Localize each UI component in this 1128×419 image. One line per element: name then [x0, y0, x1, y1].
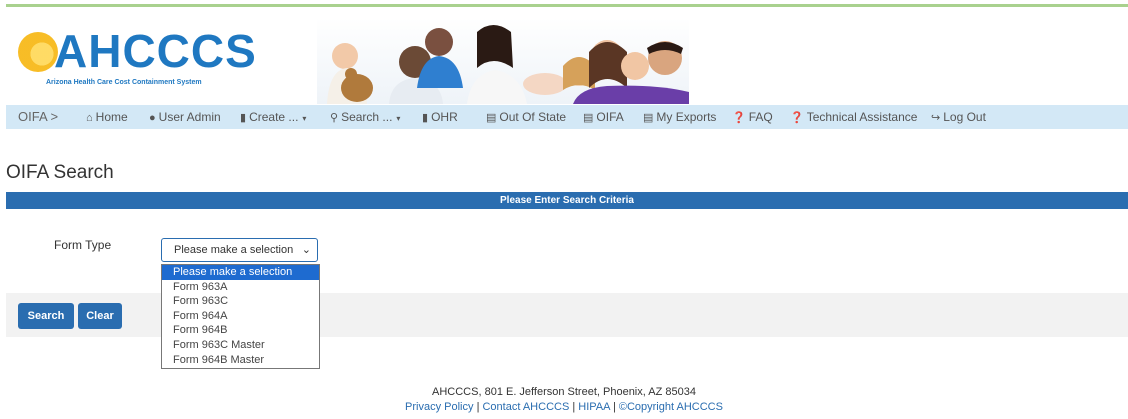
- chevron-down-icon: ⌄: [301, 244, 311, 256]
- nav-out-of-state-label: Out Of State: [499, 110, 567, 124]
- home-icon: ⌂: [86, 112, 93, 124]
- caret-down-icon: ▾: [396, 114, 401, 123]
- list-icon: ▤: [486, 112, 497, 124]
- nav-technical-assistance[interactable]: ❓ Technical Assistance: [790, 105, 917, 129]
- nav-technical-assistance-label: Technical Assistance: [806, 110, 918, 124]
- footer-links: Privacy Policy | Contact AHCCCS | HIPAA …: [0, 401, 1128, 413]
- nav-brand[interactable]: OIFA >: [18, 105, 58, 129]
- search-button[interactable]: Search: [18, 303, 74, 329]
- copyright-link[interactable]: ©Copyright AHCCCS: [619, 401, 723, 413]
- dropdown-option[interactable]: Please make a selection: [162, 265, 319, 280]
- nav-home[interactable]: ⌂ Home: [86, 105, 128, 129]
- form-type-label: Form Type: [54, 238, 112, 252]
- nav-my-exports-label: My Exports: [656, 110, 717, 124]
- form-type-select[interactable]: Please make a selection ⌄: [161, 238, 318, 262]
- nav-search-label: Search ...: [341, 110, 393, 124]
- header-family-photo: [317, 18, 689, 104]
- user-icon: ●: [149, 112, 156, 124]
- form-type-dropdown-list: Please make a selection Form 963A Form 9…: [161, 264, 320, 369]
- footer-address: AHCCCS, 801 E. Jefferson Street, Phoenix…: [432, 386, 696, 398]
- hipaa-link[interactable]: HIPAA: [578, 401, 610, 413]
- logo-subtitle: Arizona Health Care Cost Containment Sys…: [46, 79, 202, 86]
- contact-link[interactable]: Contact AHCCCS: [482, 401, 569, 413]
- nav-home-label: Home: [95, 110, 128, 124]
- dropdown-option[interactable]: Form 963A: [162, 280, 319, 295]
- ahcccs-logo[interactable]: AHCCCS Arizona Health Care Cost Containm…: [14, 22, 256, 94]
- dropdown-option[interactable]: Form 964A: [162, 309, 319, 324]
- nav-user-admin[interactable]: ● User Admin: [149, 105, 221, 129]
- top-accent-line: [6, 4, 1128, 7]
- criteria-header-bar: Please Enter Search Criteria: [6, 192, 1128, 209]
- question-icon: ❓: [732, 112, 746, 124]
- nav-log-out-label: Log Out: [943, 110, 986, 124]
- clear-button[interactable]: Clear: [78, 303, 122, 329]
- nav-out-of-state[interactable]: ▤ Out Of State: [486, 105, 566, 129]
- caret-down-icon: ▾: [302, 114, 307, 123]
- privacy-policy-link[interactable]: Privacy Policy: [405, 401, 473, 413]
- nav-faq[interactable]: ❓ FAQ: [732, 105, 773, 129]
- nav-oifa-label: OIFA: [596, 110, 624, 124]
- page-title: OIFA Search: [6, 162, 114, 183]
- sun-logo-icon: [18, 32, 58, 72]
- nav-faq-label: FAQ: [748, 110, 773, 124]
- list-icon: ▤: [643, 112, 654, 124]
- document-icon: ▮: [240, 112, 247, 124]
- logout-icon: ↪: [931, 112, 941, 124]
- footer-separator: |: [612, 401, 616, 413]
- dropdown-option[interactable]: Form 963C: [162, 294, 319, 309]
- nav-ohr-label: OHR: [431, 110, 458, 124]
- nav-oifa[interactable]: ▤ OIFA: [583, 105, 624, 129]
- list-icon: ▤: [583, 112, 594, 124]
- dropdown-option[interactable]: Form 964B Master: [162, 353, 319, 368]
- footer-separator: |: [476, 401, 480, 413]
- nav-my-exports[interactable]: ▤ My Exports: [643, 105, 716, 129]
- dropdown-option[interactable]: Form 963C Master: [162, 338, 319, 353]
- nav-ohr[interactable]: ▮ OHR: [422, 105, 458, 129]
- nav-user-admin-label: User Admin: [158, 110, 221, 124]
- document-icon: ▮: [422, 112, 429, 124]
- logo-text: AHCCCS: [54, 25, 257, 77]
- search-icon: ⚲: [330, 112, 339, 124]
- footer-separator: |: [572, 401, 576, 413]
- main-nav-bar: OIFA > ⌂ Home ● User Admin ▮ Create ... ▾ ⚲ S…: [6, 105, 1128, 129]
- nav-search-dropdown[interactable]: ⚲ Search ... ▾: [330, 105, 403, 129]
- nav-create-label: Create ...: [249, 110, 299, 124]
- dropdown-option[interactable]: Form 964B: [162, 323, 319, 338]
- form-type-selected-value: Please make a selection: [174, 244, 294, 256]
- nav-create-dropdown[interactable]: ▮ Create ... ▾: [240, 105, 309, 129]
- question-icon: ❓: [790, 112, 804, 124]
- nav-log-out[interactable]: ↪ Log Out: [931, 105, 986, 129]
